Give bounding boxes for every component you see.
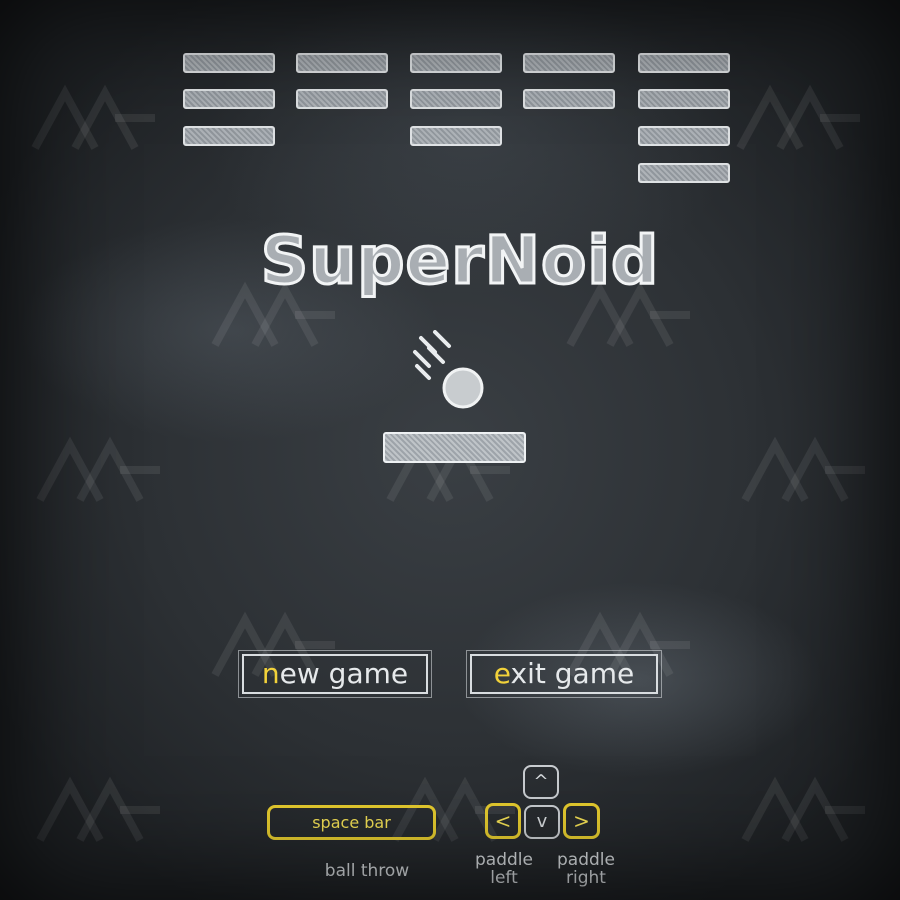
exit-game-hotkey: e <box>493 657 511 690</box>
brick <box>523 89 615 109</box>
paddle-right-caption-line2: right <box>566 868 606 888</box>
new-game-hotkey: n <box>261 657 280 690</box>
logo-watermark-icon <box>741 776 865 842</box>
paddle-left-caption: paddle left <box>466 851 542 887</box>
logo-watermark-icon <box>36 436 160 502</box>
game-title: SuperNoid <box>259 221 660 301</box>
brick <box>410 126 502 146</box>
exit-game-label: xit game <box>510 657 635 690</box>
paddle-right-caption-line1: paddle <box>557 850 615 870</box>
brick <box>410 89 502 109</box>
chalk-ball-icon <box>442 367 484 409</box>
brick <box>296 89 388 109</box>
paddle-left-caption-line1: paddle <box>475 850 533 870</box>
exit-game-button[interactable]: exit game <box>466 650 662 698</box>
right-arrow-key: > <box>563 803 600 839</box>
ball-group <box>413 330 484 409</box>
paddle-right-caption: paddle right <box>548 851 624 887</box>
up-arrow-key: ^ <box>523 765 559 799</box>
brick <box>183 89 275 109</box>
brick <box>638 89 730 109</box>
new-game-button[interactable]: new game <box>238 650 432 698</box>
new-game-label: ew game <box>279 657 409 690</box>
brick <box>410 53 502 73</box>
left-arrow-key: < <box>485 803 521 839</box>
logo-watermark-icon <box>741 436 865 502</box>
brick <box>183 126 275 146</box>
motion-lines-icon <box>413 330 451 380</box>
logo-watermark-icon <box>31 84 155 150</box>
game-start-screen: SuperNoid new game exit game space bar b… <box>0 0 900 900</box>
paddle-left-caption-line2: left <box>490 868 518 888</box>
brick <box>523 53 615 73</box>
logo-watermark-icon <box>36 776 160 842</box>
brick <box>638 53 730 73</box>
down-arrow-key: v <box>524 805 560 839</box>
brick <box>638 163 730 183</box>
space-bar-key: space bar <box>267 805 436 840</box>
logo-watermark-icon <box>736 84 860 150</box>
ball-throw-caption: ball throw <box>324 861 410 881</box>
paddle <box>383 432 526 463</box>
brick <box>638 126 730 146</box>
brick <box>183 53 275 73</box>
brick <box>296 53 388 73</box>
